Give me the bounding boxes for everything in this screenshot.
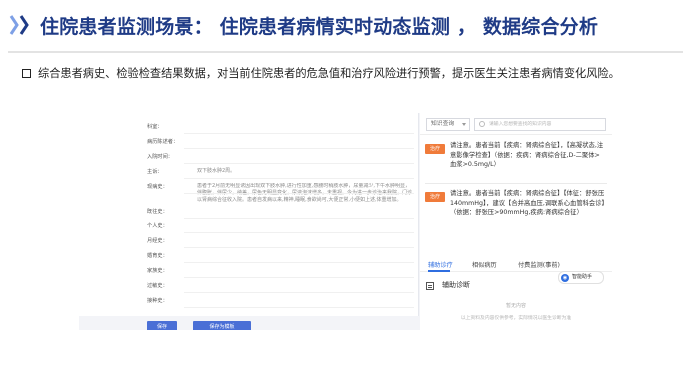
query-type-select[interactable]: 知识查询 [426,118,470,131]
header-divider [8,51,683,53]
alert-text: 请注意。患者当前【疾病：肾病综合征】【体征：舒张压140mmHg】，建议【合并高… [450,190,605,217]
form-row: 过敏史： [79,279,419,293]
disclaimer-text: 以上资料及内容仅供参考，实际情况以医生诊断为准 [460,316,572,321]
chevron-right-icon [9,14,19,36]
form-row: 入院时间： [79,150,419,164]
divider [184,163,414,164]
form-row: 主诉： 双下肢水肿2周。 [79,165,419,179]
divider [184,232,414,233]
panel-search-bar: 知识查询 请输入您想要查找的知识内容 [420,113,612,135]
form-label: 病历陈述者： [147,139,179,145]
divider [184,277,414,278]
divider [184,133,414,134]
search-icon [479,121,485,127]
alert-text: 请注意。患者当前【疾病：肾病综合征】，【高凝状态,注意影像学检查】（依据：疾病：… [450,142,604,169]
search-placeholder: 请输入您想要查找的知识内容 [489,122,552,127]
form-row: 病历陈述者： [79,135,419,149]
alert-tag: 治疗 [425,144,445,154]
divider [425,183,607,184]
medical-record-form: 科室： 病历陈述者： 入院时间： 主诉： 双下肢水肿2周。现病史： 患者于2月前无明显诱因… [79,113,419,330]
divider [184,148,414,149]
chevron-right-icon [19,14,29,36]
form-row: 现病史： 患者于2月前无明显诱因出现双下肢水肿,进行性加重,感腰时稍肢水肿，尿量减… [79,180,419,203]
form-field[interactable]: 双下肢水肿2周。 [197,168,412,175]
chevron-down-icon [462,123,466,126]
form-row: 月经史： [79,234,419,248]
save-as-template-button[interactable]: 保存为模板 [193,321,251,330]
empty-state-title: 暂无内容 [505,303,526,309]
form-row: 科室： [79,120,419,134]
divider [184,193,414,194]
form-label: 现病史： [147,184,168,190]
slide-header: 住院患者监测场景： 住院患者病情实时动态监测 ， 数据综合分析 [0,0,691,58]
tab-assist-diagnosis[interactable]: 辅助诊疗 [428,260,453,269]
form-label: 月经史： [147,238,168,244]
divider [184,262,414,263]
form-row: 既往史： [79,205,419,219]
form-label: 个人史： [147,223,168,229]
tab-payment-monitoring[interactable]: 付费监测(事前) [518,260,560,269]
knowledge-panel: 知识查询 请输入您想要查找的知识内容 治疗 请注意。患者当前【疾病：肾病综合征】… [420,113,612,330]
document-icon [426,282,434,290]
divider [184,307,414,308]
form-row: 婚育史： [79,249,419,263]
query-type-value: 知识查询 [431,121,455,127]
form-label: 主诉： [147,169,163,175]
active-tab-indicator [428,270,450,272]
divider [184,247,414,248]
divider [184,292,414,293]
form-row: 个人史： [79,219,419,233]
form-label: 入院时间： [147,154,173,160]
form-row: 家族史： [79,264,419,278]
diagnosis-title: 辅助诊断 [442,281,470,289]
alert-tag: 治疗 [425,192,445,202]
bullet-text: 综合患者病史、检验检查结果数据，对当前住院患者的危急值和治疗风险进行预警，提示医… [38,67,620,80]
form-label: 既往史： [147,209,168,215]
slide-title: 住院患者监测场景： 住院患者病情实时动态监测 ， 数据综合分析 [40,16,599,38]
knowledge-search-input[interactable]: 请输入您想要查找的知识内容 [474,118,606,131]
form-label: 婚育史： [147,253,168,259]
diagnosis-section-header: 辅助诊断 [420,277,612,295]
panel-tabs: 辅助诊疗 相似病历 付费监测(事前) [420,258,612,272]
bullet-square-icon [22,69,31,78]
save-button[interactable]: 保存 [147,321,177,330]
embedded-screenshot: 科室： 病历陈述者： 入院时间： 主诉： 双下肢水肿2周。现病史： 患者于2月前无明显诱因… [79,113,612,330]
tab-similar-records[interactable]: 相似病历 [472,260,497,269]
divider [184,178,414,179]
form-row: 接种史： [79,294,419,308]
form-label: 接种史： [147,298,168,304]
form-label: 过敏史： [147,283,168,289]
form-label: 科室： [147,124,163,130]
form-label: 家族史： [147,268,168,274]
